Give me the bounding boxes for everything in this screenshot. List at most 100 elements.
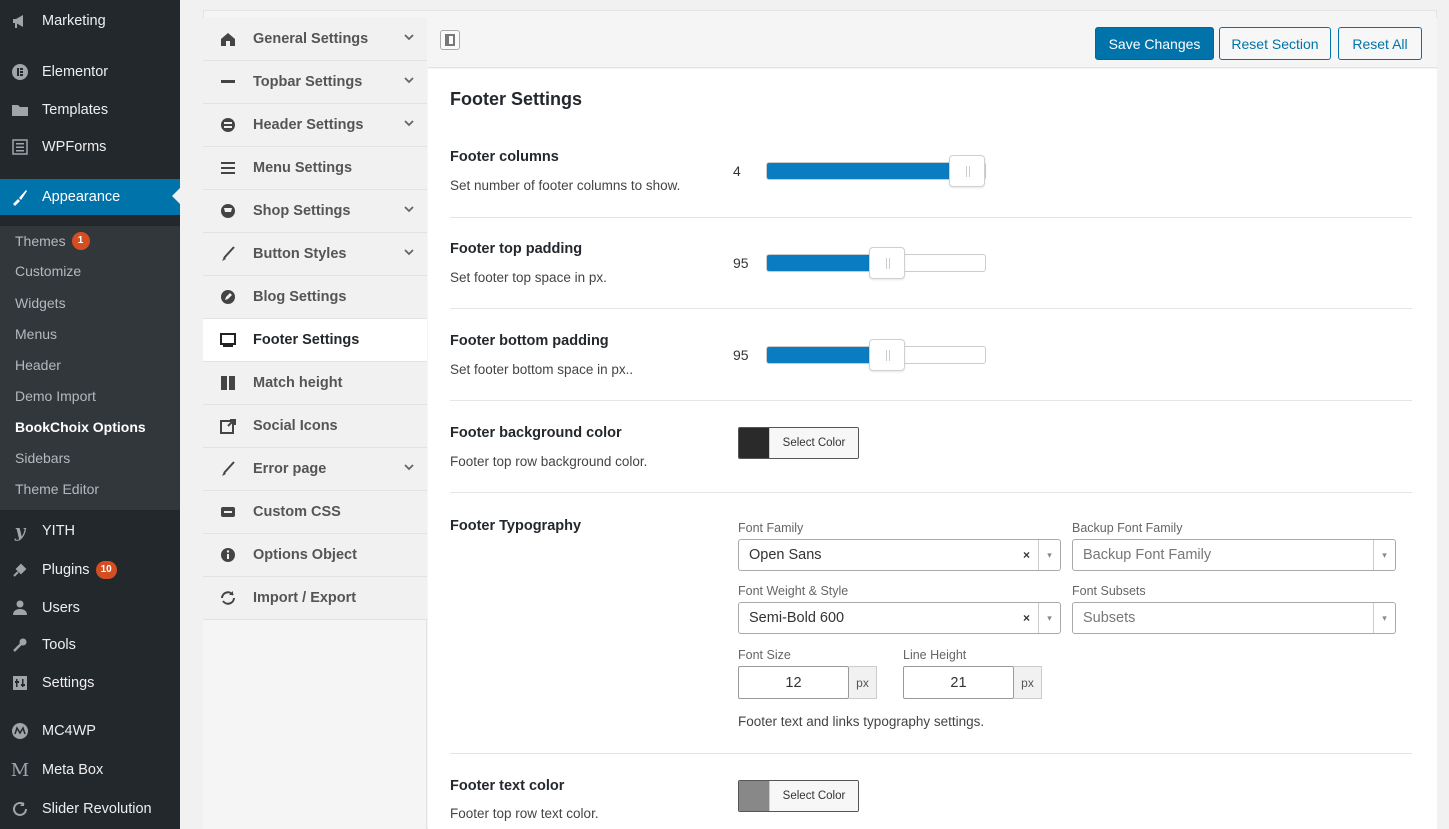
nav-label: Shop Settings bbox=[253, 203, 351, 219]
clear-icon[interactable]: × bbox=[1023, 548, 1030, 562]
menu-label: Users bbox=[42, 600, 80, 616]
menu-label: Meta Box bbox=[42, 762, 104, 778]
font-family-select[interactable]: Open Sans × ▾ bbox=[738, 539, 1061, 571]
nav-label: Blog Settings bbox=[253, 289, 347, 305]
menu-label: WPForms bbox=[42, 139, 107, 155]
menu-label: Templates bbox=[42, 102, 109, 118]
nav-import-export[interactable]: Import / Export bbox=[203, 577, 427, 620]
divider bbox=[450, 492, 1412, 493]
nav-footer-settings[interactable]: Footer Settings bbox=[203, 319, 427, 362]
nav-menu-settings[interactable]: Menu Settings bbox=[203, 147, 427, 190]
yith-icon: y bbox=[14, 520, 26, 542]
menu-wpforms[interactable]: WPForms bbox=[0, 130, 180, 164]
nav-error-page[interactable]: Error page bbox=[203, 448, 427, 491]
expand-options-button[interactable] bbox=[440, 30, 460, 50]
footer-bg-color-picker[interactable]: Select Color bbox=[738, 427, 859, 459]
menu-label: Tools bbox=[42, 637, 76, 653]
field-title: Footer text color bbox=[450, 778, 565, 794]
slider-handle[interactable] bbox=[949, 155, 985, 187]
menu-label: YITH bbox=[42, 523, 76, 539]
chevron-down-icon bbox=[403, 31, 415, 43]
nav-shop-settings[interactable]: Shop Settings bbox=[203, 190, 427, 233]
select-placeholder: Backup Font Family bbox=[1083, 547, 1212, 563]
elementor-icon bbox=[10, 62, 30, 82]
appearance-submenu: Themes 1 Customize Widgets Menus Header … bbox=[0, 226, 180, 510]
footer-top-padding-slider[interactable] bbox=[766, 247, 986, 279]
submenu-demo-import[interactable]: Demo Import bbox=[15, 386, 96, 406]
font-size-unit: px bbox=[849, 666, 877, 699]
submenu-header[interactable]: Header bbox=[15, 355, 61, 375]
menu-label: Settings bbox=[42, 675, 95, 691]
menu-slider-revolution[interactable]: Slider Revolution bbox=[0, 792, 180, 826]
footer-columns-slider[interactable] bbox=[766, 155, 986, 187]
font-subsets-label: Font Subsets bbox=[1072, 584, 1146, 598]
menu-tools[interactable]: Tools bbox=[0, 628, 180, 662]
chevron-down-icon bbox=[403, 203, 415, 215]
submenu-widgets[interactable]: Widgets bbox=[15, 293, 66, 313]
font-weight-label: Font Weight & Style bbox=[738, 584, 849, 598]
paintbrush-icon bbox=[10, 187, 30, 207]
submenu-menus[interactable]: Menus bbox=[15, 324, 57, 344]
submenu-customize[interactable]: Customize bbox=[15, 261, 81, 281]
menu-users[interactable]: Users bbox=[0, 591, 180, 625]
slider-handle[interactable] bbox=[869, 247, 905, 279]
form-icon bbox=[10, 137, 30, 157]
nav-options-object[interactable]: Options Object bbox=[203, 534, 427, 577]
reset-all-button[interactable]: Reset All bbox=[1338, 27, 1422, 60]
clear-icon[interactable]: × bbox=[1023, 611, 1030, 625]
pencil-icon bbox=[219, 288, 237, 306]
menu-mc4wp[interactable]: MC4WP bbox=[0, 714, 180, 748]
nav-button-styles[interactable]: Button Styles bbox=[203, 233, 427, 276]
submenu-bookchoix-options[interactable]: BookChoix Options bbox=[15, 417, 146, 437]
typography-description: Footer text and links typography setting… bbox=[738, 714, 985, 729]
submenu-themes[interactable]: Themes 1 bbox=[15, 231, 90, 251]
divider bbox=[450, 400, 1412, 401]
nav-social-icons[interactable]: Social Icons bbox=[203, 405, 427, 448]
footer-bottom-padding-slider[interactable] bbox=[766, 339, 986, 371]
nav-header-settings[interactable]: Header Settings bbox=[203, 104, 427, 147]
menu-templates[interactable]: Templates bbox=[0, 93, 180, 127]
font-weight-select[interactable]: Semi-Bold 600 × ▾ bbox=[738, 602, 1061, 634]
menu-label: Appearance bbox=[42, 189, 121, 205]
metabox-icon: M bbox=[10, 759, 30, 781]
slider-value: 95 bbox=[733, 255, 749, 271]
nav-label: Import / Export bbox=[253, 590, 357, 606]
submenu-theme-editor[interactable]: Theme Editor bbox=[15, 479, 99, 499]
backup-font-select[interactable]: Backup Font Family ▾ bbox=[1072, 539, 1396, 571]
menu-yith[interactable]: y YITH bbox=[0, 514, 180, 548]
select-placeholder: Subsets bbox=[1083, 610, 1136, 626]
nav-label: Social Icons bbox=[253, 418, 338, 434]
cart-icon bbox=[219, 202, 237, 220]
slider-handle[interactable] bbox=[869, 339, 905, 371]
header-icon bbox=[219, 116, 237, 134]
font-size-input[interactable]: 12 bbox=[738, 666, 849, 699]
nav-label: Match height bbox=[253, 375, 343, 391]
nav-custom-css[interactable]: Custom CSS bbox=[203, 491, 427, 534]
dropdown-arrow-icon: ▾ bbox=[1038, 603, 1060, 633]
nav-blog-settings[interactable]: Blog Settings bbox=[203, 276, 427, 319]
submenu-sidebars[interactable]: Sidebars bbox=[15, 448, 70, 468]
font-subsets-select[interactable]: Subsets ▾ bbox=[1072, 602, 1396, 634]
line-height-unit: px bbox=[1014, 666, 1042, 699]
reset-section-button[interactable]: Reset Section bbox=[1219, 27, 1331, 60]
chevron-down-icon bbox=[403, 74, 415, 86]
select-color-label: Select Color bbox=[769, 428, 858, 458]
dropdown-arrow-icon: ▾ bbox=[1038, 540, 1060, 570]
line-height-input[interactable]: 21 bbox=[903, 666, 1014, 699]
nav-topbar-settings[interactable]: Topbar Settings bbox=[203, 61, 427, 104]
nav-label: General Settings bbox=[253, 31, 369, 47]
menu-marketing[interactable]: Marketing bbox=[0, 4, 180, 38]
menu-elementor[interactable]: Elementor bbox=[0, 55, 180, 89]
field-description: Footer top row text color. bbox=[450, 806, 599, 821]
menu-appearance[interactable]: Appearance bbox=[0, 179, 180, 215]
footer-text-color-picker[interactable]: Select Color bbox=[738, 780, 859, 812]
menu-plugins[interactable]: Plugins 10 bbox=[0, 553, 180, 587]
menu-settings[interactable]: Settings bbox=[0, 666, 180, 700]
options-nav: General Settings Topbar Settings Header … bbox=[203, 18, 427, 829]
line-height-label: Line Height bbox=[903, 648, 967, 662]
nav-general-settings[interactable]: General Settings bbox=[203, 18, 427, 61]
menu-meta-box[interactable]: M Meta Box bbox=[0, 753, 180, 787]
save-changes-button[interactable]: Save Changes bbox=[1095, 27, 1214, 60]
plug-icon bbox=[10, 560, 30, 580]
nav-match-height[interactable]: Match height bbox=[203, 362, 427, 405]
